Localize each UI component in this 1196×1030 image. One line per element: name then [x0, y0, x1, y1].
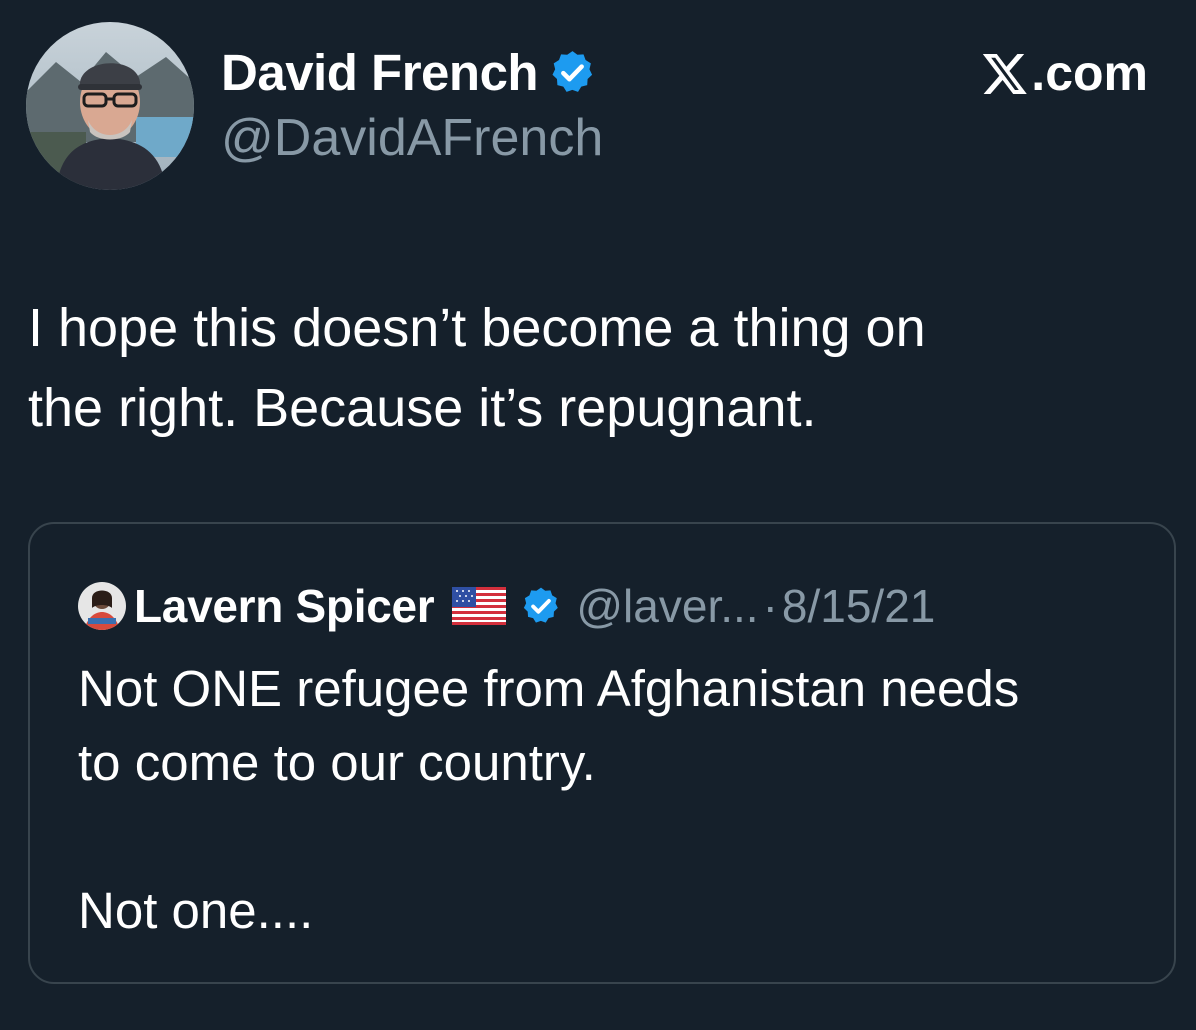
quoted-tweet-date[interactable]: 8/15/21 [782, 579, 935, 633]
quoted-tweet-text-line: Not ONE refugee from Afghanistan needs [78, 660, 1020, 717]
quoted-tweet-text: Not ONE refugee from Afghanistan needs t… [78, 652, 1158, 948]
brand-domain-suffix: .com [1031, 45, 1148, 101]
verified-badge-icon[interactable] [548, 48, 597, 97]
verified-badge-icon[interactable] [520, 585, 562, 627]
tweet-text: I hope this doesn’t become a thing on th… [28, 288, 1148, 448]
author-handle[interactable]: @DavidAFrench [221, 108, 603, 168]
quoted-tweet-text-line: to come to our country. [78, 734, 596, 791]
meta-separator: · [762, 580, 778, 632]
author-name[interactable]: David French [221, 43, 539, 102]
quoted-tweet-card[interactable]: Lavern Spicer @laver... · 8/15/21 Not ON… [28, 522, 1176, 984]
x-com-brand: .com [981, 44, 1148, 102]
avatar-photo-image [26, 22, 194, 190]
us-flag-icon [452, 587, 507, 625]
tweet-text-line: the right. Because it’s repugnant. [28, 378, 817, 438]
quoted-author-handle[interactable]: @laver... [576, 579, 758, 633]
quoted-tweet-header: Lavern Spicer @laver... · 8/15/21 [78, 576, 935, 636]
author-name-row: David French [221, 40, 597, 104]
quoted-author-name[interactable]: Lavern Spicer [134, 579, 435, 633]
quoted-author-avatar[interactable] [78, 582, 126, 630]
tweet-text-line: I hope this doesn’t become a thing on [28, 298, 926, 358]
quoted-tweet-text-line: Not one.... [78, 882, 314, 939]
author-avatar[interactable] [26, 22, 194, 190]
x-logo-icon [981, 49, 1029, 97]
